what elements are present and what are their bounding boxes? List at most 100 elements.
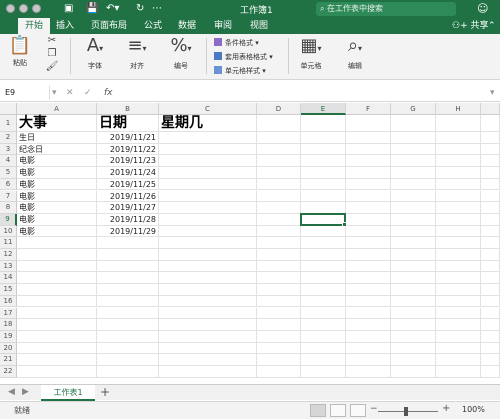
row-header[interactable]: 4 — [0, 155, 17, 168]
edit-button[interactable]: ⌕▾ 编辑 — [338, 34, 372, 71]
cell[interactable] — [481, 366, 500, 378]
cell[interactable] — [257, 167, 301, 179]
cell[interactable] — [346, 354, 391, 366]
cell[interactable] — [481, 167, 500, 179]
cell[interactable] — [391, 190, 436, 203]
cell[interactable] — [17, 354, 97, 366]
cell[interactable] — [346, 167, 391, 179]
cell[interactable] — [257, 284, 301, 296]
row-header[interactable]: 17 — [0, 307, 17, 320]
cell[interactable] — [301, 260, 346, 273]
cell[interactable] — [481, 225, 500, 238]
row-header[interactable]: 21 — [0, 354, 17, 366]
cell[interactable] — [159, 272, 257, 285]
select-all-corner[interactable] — [0, 103, 17, 115]
cell[interactable] — [391, 284, 436, 296]
cell[interactable] — [257, 132, 301, 144]
cell[interactable] — [346, 213, 391, 226]
cell[interactable] — [436, 284, 481, 296]
cell[interactable] — [17, 272, 97, 285]
format-painter-icon[interactable]: 🖌 — [42, 60, 62, 73]
cell[interactable] — [346, 155, 391, 168]
row-header[interactable]: 1 — [0, 115, 17, 132]
cell[interactable] — [481, 249, 500, 261]
cell[interactable] — [391, 366, 436, 378]
zoom-out-icon[interactable]: − — [370, 404, 378, 414]
cell[interactable] — [97, 307, 159, 320]
cell[interactable] — [301, 143, 346, 156]
cell[interactable] — [346, 190, 391, 203]
cell[interactable] — [17, 249, 97, 261]
cell[interactable] — [17, 284, 97, 296]
cell[interactable] — [17, 330, 97, 343]
cell[interactable] — [346, 342, 391, 355]
cell[interactable] — [481, 295, 500, 308]
cell[interactable] — [481, 178, 500, 191]
cell[interactable] — [301, 272, 346, 285]
tab-review[interactable]: 审阅 — [210, 18, 236, 34]
cell[interactable]: 2019/11/26 — [97, 190, 159, 203]
cell[interactable] — [436, 295, 481, 308]
cell[interactable] — [346, 237, 391, 249]
paste-button[interactable]: 📋 粘贴 — [6, 34, 34, 68]
row-header[interactable]: 3 — [0, 143, 17, 156]
save-icon[interactable]: 💾 — [86, 2, 98, 16]
cell[interactable] — [257, 237, 301, 249]
cell[interactable] — [17, 295, 97, 308]
close-window-button[interactable] — [6, 4, 15, 13]
cell[interactable] — [97, 237, 159, 249]
cell[interactable] — [159, 237, 257, 249]
row-header[interactable]: 22 — [0, 366, 17, 378]
cell[interactable] — [391, 155, 436, 168]
cell[interactable]: 2019/11/24 — [97, 167, 159, 179]
tab-home[interactable]: 开始 — [18, 18, 50, 34]
cell[interactable] — [436, 178, 481, 191]
cell[interactable] — [17, 260, 97, 273]
cell[interactable] — [346, 143, 391, 156]
cell[interactable]: 电影 — [17, 202, 97, 214]
cell[interactable]: 电影 — [17, 167, 97, 179]
cell[interactable] — [257, 272, 301, 285]
column-header[interactable]: H — [436, 103, 481, 115]
row-header[interactable]: 7 — [0, 190, 17, 203]
function-icon[interactable]: fx — [104, 86, 113, 100]
add-sheet-icon[interactable]: + — [100, 385, 110, 400]
cell[interactable] — [159, 319, 257, 331]
sidebar-icon[interactable]: ▣ — [64, 2, 73, 16]
cell[interactable] — [301, 155, 346, 168]
cell[interactable] — [159, 284, 257, 296]
cell[interactable]: 电影 — [17, 225, 97, 238]
cell[interactable] — [391, 342, 436, 355]
cell[interactable] — [481, 132, 500, 144]
cell[interactable]: 2019/11/25 — [97, 178, 159, 191]
cell[interactable] — [346, 319, 391, 331]
cell[interactable] — [436, 307, 481, 320]
cell[interactable] — [391, 319, 436, 331]
zoom-in-icon[interactable]: + — [442, 403, 450, 414]
row-header[interactable]: 19 — [0, 330, 17, 343]
cell[interactable] — [436, 354, 481, 366]
cell[interactable] — [301, 225, 346, 238]
cell[interactable]: 电影 — [17, 213, 97, 226]
row-header[interactable]: 5 — [0, 167, 17, 179]
cell[interactable] — [17, 366, 97, 378]
cell[interactable] — [257, 366, 301, 378]
cell[interactable] — [436, 213, 481, 226]
cell[interactable]: 2019/11/27 — [97, 202, 159, 214]
cell[interactable] — [159, 307, 257, 320]
cell[interactable] — [97, 319, 159, 331]
cell[interactable]: 电影 — [17, 178, 97, 191]
cell[interactable] — [481, 143, 500, 156]
cell[interactable] — [481, 319, 500, 331]
cell[interactable]: 2019/11/23 — [97, 155, 159, 168]
row-header[interactable]: 20 — [0, 342, 17, 355]
maximize-window-button[interactable] — [32, 4, 41, 13]
cell[interactable] — [159, 167, 257, 179]
row-header[interactable]: 2 — [0, 132, 17, 144]
cell[interactable] — [301, 307, 346, 320]
cell[interactable] — [391, 237, 436, 249]
row-header[interactable]: 13 — [0, 260, 17, 273]
cell[interactable] — [97, 366, 159, 378]
cell[interactable]: 2019/11/29 — [97, 225, 159, 238]
cell[interactable] — [159, 202, 257, 214]
